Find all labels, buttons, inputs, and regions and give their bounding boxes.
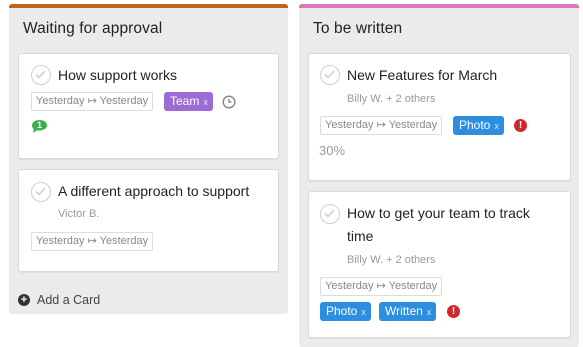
tag-photo[interactable]: Photo x [453,116,504,135]
comment-count: 1 [37,120,43,130]
complete-checkbox[interactable] [320,204,340,224]
alert-icon[interactable]: ! [514,119,527,132]
date-range-chip[interactable]: Yesterday ↦ Yesterday [320,277,443,296]
tag-photo[interactable]: Photo x [320,302,371,321]
column-waiting-for-approval: Waiting for approval How support works Y… [9,4,288,314]
add-card-label: Add a Card [37,293,101,307]
date-range-chip[interactable]: Yesterday ↦ Yesterday [31,92,154,111]
complete-checkbox[interactable] [31,65,51,85]
progress-percent: 30% [319,143,346,158]
tag-label: Photo [459,118,491,132]
tag-remove-icon[interactable]: x [203,97,208,107]
tag-remove-icon[interactable]: x [427,307,432,317]
card-new-features-march[interactable]: New Features for March Billy W. + 2 othe… [308,53,571,181]
tag-written[interactable]: Written x [379,302,437,321]
alert-icon[interactable]: ! [447,305,460,318]
card-title[interactable]: How support works [58,64,177,87]
tag-remove-icon[interactable]: x [361,307,366,317]
clock-icon[interactable] [222,95,236,109]
kanban-board: Waiting for approval How support works Y… [0,0,583,347]
card-title-line2: time [347,228,374,244]
plus-icon: + [18,294,30,306]
column-color-bar [299,4,579,8]
date-range-chip[interactable]: Yesterday ↦ Yesterday [31,232,154,251]
column-color-bar [9,4,288,8]
card-title[interactable]: How to get your team to track [347,202,530,225]
card-assignee: Victor B. [58,208,100,220]
tag-label: Team [170,94,200,108]
card-title-continued[interactable]: time [347,225,373,248]
column-title: To be written [313,20,403,37]
tag-label: Photo [326,304,358,318]
column-to-be-written: To be written New Features for March Bil… [299,4,579,347]
complete-checkbox[interactable] [31,182,51,202]
card-assignee: Billy W. + 2 others [347,93,436,105]
card-how-support-works[interactable]: How support works Yesterday ↦ Yesterday … [18,53,279,159]
tag-remove-icon[interactable]: x [494,121,499,131]
card-assignee: Billy W. + 2 others [347,254,436,266]
card-title-line1: How to get your team to track [347,205,530,221]
date-range-chip[interactable]: Yesterday ↦ Yesterday [320,116,443,135]
card-different-approach[interactable]: A different approach to support Victor B… [18,169,279,272]
column-title: Waiting for approval [23,20,163,37]
add-card-button[interactable]: + Add a Card [18,291,100,309]
complete-checkbox[interactable] [320,65,340,85]
card-title[interactable]: New Features for March [347,64,497,87]
tag-label: Written [385,304,423,318]
card-track-time[interactable]: How to get your team to track time Billy… [308,191,571,338]
card-title[interactable]: A different approach to support [58,180,249,203]
tag-team[interactable]: Team x [164,92,213,111]
